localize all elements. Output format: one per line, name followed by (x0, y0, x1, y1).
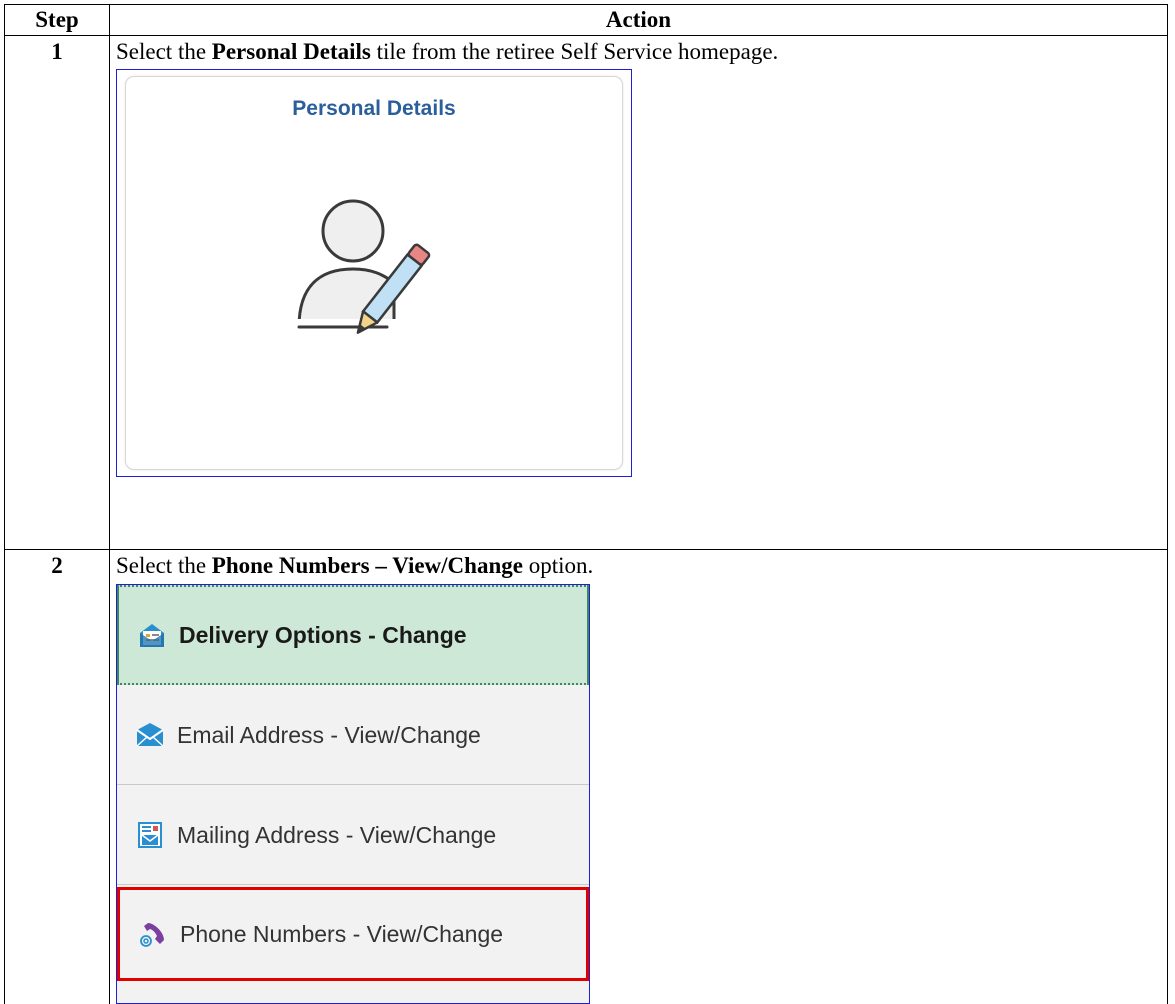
phone-icon (138, 920, 168, 948)
menu-item-label: Email Address - View/Change (177, 721, 481, 749)
step-column-header: Step (5, 5, 110, 36)
table-row: 1 Select the Personal Details tile from … (5, 36, 1168, 550)
menu-item-mailing-address[interactable]: Mailing Address - View/Change (117, 785, 589, 885)
delivery-options-icon (137, 621, 167, 649)
menu-item-label: Delivery Options - Change (179, 621, 467, 649)
step-number: 1 (5, 36, 110, 550)
menu-item-label: Mailing Address - View/Change (177, 821, 496, 849)
step-action: Select the Phone Numbers – View/Change o… (110, 550, 1168, 1004)
menu-screenshot: Delivery Options - Change Email Address … (116, 584, 590, 1004)
step-action: Select the Personal Details tile from th… (110, 36, 1168, 550)
tile-screenshot: Personal Details (116, 69, 632, 477)
step-number: 2 (5, 550, 110, 1004)
step-instruction: Select the Personal Details tile from th… (116, 38, 1167, 66)
person-edit-icon (291, 195, 471, 345)
table-row: 2 Select the Phone Numbers – View/Change… (5, 550, 1168, 1004)
envelope-icon (135, 721, 165, 749)
tile-title: Personal Details (126, 95, 622, 123)
personal-details-tile[interactable]: Personal Details (125, 76, 623, 470)
menu-item-email-address[interactable]: Email Address - View/Change (117, 685, 589, 785)
table-header-row: Step Action (5, 5, 1168, 36)
menu-item-delivery-options[interactable]: Delivery Options - Change (117, 585, 589, 685)
menu-item-label: Phone Numbers - View/Change (180, 920, 503, 948)
step-instruction: Select the Phone Numbers – View/Change o… (116, 552, 1167, 580)
mailing-address-icon (135, 821, 165, 849)
menu-item-phone-numbers[interactable]: Phone Numbers - View/Change (117, 887, 589, 981)
action-column-header: Action (110, 5, 1168, 36)
procedure-table: Step Action 1 Select the Personal Detail… (4, 4, 1168, 1004)
